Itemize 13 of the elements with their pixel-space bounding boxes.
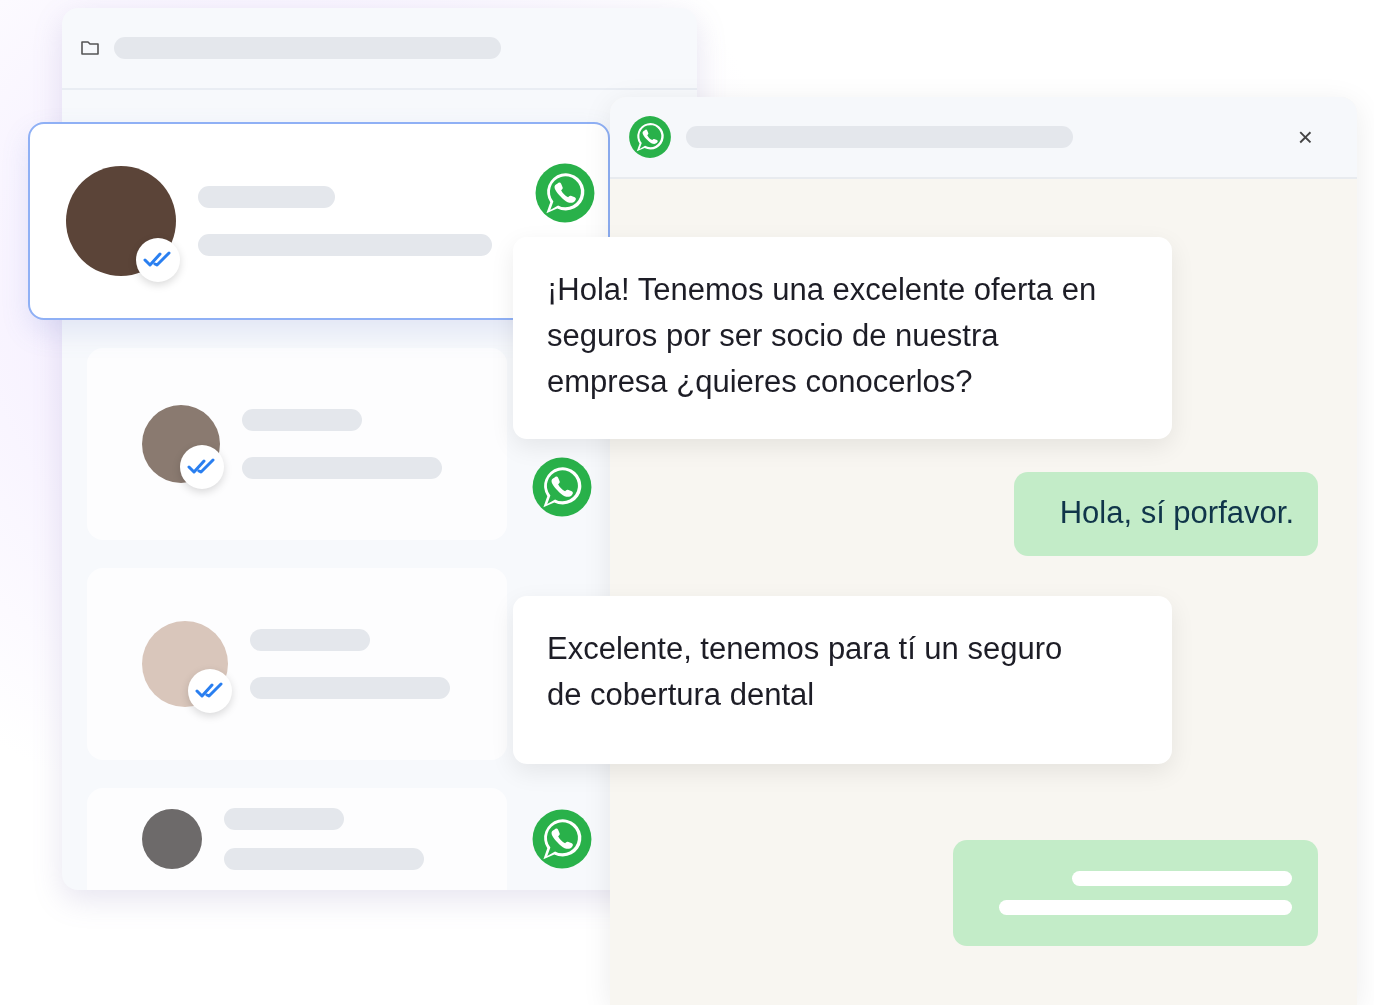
- outgoing-message: Hola, sí porfavor.: [1013, 472, 1318, 556]
- incoming-message: Excelente, tenemos para tí un seguro de cobertura dental: [513, 596, 1172, 764]
- double-check-icon: [195, 682, 225, 700]
- double-check-icon: [143, 251, 173, 269]
- avatar: [142, 809, 202, 869]
- chat-app-icon: [531, 456, 593, 518]
- chat-app-icon: [534, 162, 596, 224]
- incoming-message: ¡Hola! Tenemos una excelente oferta en seguros por ser socio de nuestra empresa ¿quieres conocerlos?: [513, 237, 1172, 439]
- double-check-icon: [187, 458, 217, 476]
- chat-app-icon: [531, 808, 593, 870]
- close-button[interactable]: ×: [1293, 121, 1317, 153]
- chat-app-icon: [628, 115, 672, 159]
- folder-icon: [80, 39, 100, 57]
